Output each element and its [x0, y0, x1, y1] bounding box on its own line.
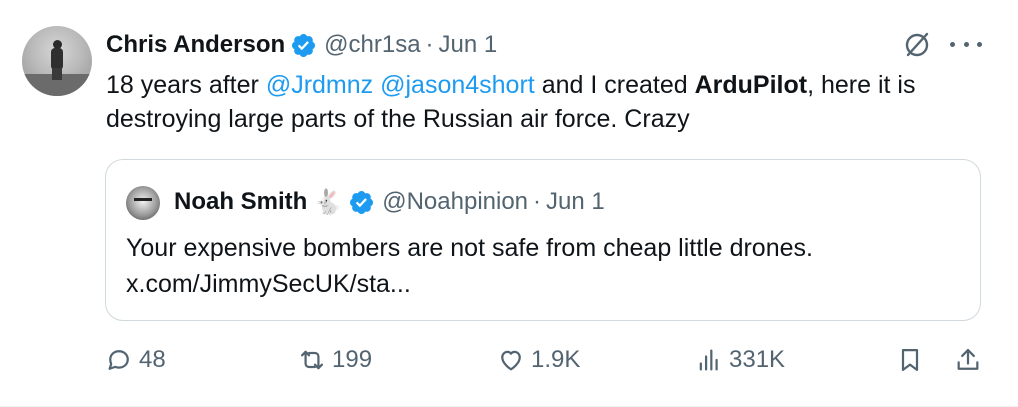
- like-count: 1.9K: [531, 346, 581, 373]
- verified-badge-icon: [350, 190, 374, 214]
- tweet-date[interactable]: Jun 1: [439, 31, 498, 59]
- avatar-figure-legs: [52, 68, 62, 80]
- views-button[interactable]: 331K: [695, 340, 785, 380]
- quoted-tweet-date: Jun 1: [546, 188, 605, 215]
- share-icon: [957, 348, 979, 370]
- mention-link[interactable]: @jason4short: [380, 71, 535, 99]
- share-button[interactable]: [954, 340, 988, 380]
- quoted-tweet-text: Your expensive bombers are not safe from…: [126, 230, 966, 302]
- quoted-avatar-glasses: [134, 198, 152, 207]
- tweet[interactable]: Chris Anderson @chr1sa · Jun 1 18 years …: [0, 0, 1018, 407]
- quoted-author-name: Noah Smith: [174, 188, 308, 215]
- quoted-link-text: x.com/JimmySecUK/sta...: [126, 270, 411, 298]
- views-icon: [699, 349, 718, 371]
- views-count: 331K: [729, 346, 786, 373]
- bookmark-icon: [901, 348, 919, 372]
- repost-icon: [300, 350, 324, 370]
- avatar-figure-body: [51, 48, 63, 70]
- reply-button[interactable]: 48: [105, 340, 166, 380]
- reply-count: 48: [139, 346, 166, 373]
- bookmark-button[interactable]: [896, 340, 930, 380]
- quoted-avatar[interactable]: [126, 186, 160, 220]
- more-dot: [977, 41, 982, 47]
- tweet-text: 18 years after @Jrdmnz @jason4short and …: [106, 68, 986, 136]
- verified-badge-icon[interactable]: [290, 32, 317, 59]
- rabbit-emoji-icon: 🐇: [313, 188, 344, 216]
- mention-link[interactable]: @Jrdmnz: [266, 71, 373, 99]
- avatar[interactable]: [22, 26, 92, 96]
- quoted-author-handle: @Noahpinion: [382, 188, 529, 215]
- more-icon[interactable]: [950, 34, 982, 54]
- more-dot: [963, 41, 969, 47]
- tweet-text-part: and I created: [534, 71, 695, 99]
- repost-count: 199: [332, 346, 373, 373]
- reply-icon: [108, 350, 129, 370]
- tweet-text-bold: ArduPilot: [694, 71, 808, 99]
- tweet-text-part: 18 years after: [106, 71, 266, 99]
- header-separator: ·: [425, 31, 434, 58]
- grok-icon[interactable]: [902, 29, 932, 59]
- author-handle[interactable]: @chr1sa: [324, 31, 420, 59]
- like-button[interactable]: 1.9K: [497, 340, 580, 380]
- header-separator: ·: [533, 188, 542, 215]
- action-bar: 48 199 1.9K 331K: [0, 340, 1018, 380]
- quoted-tweet-header: Noah Smith 🐇 @Noahpinion · Jun 1: [174, 184, 605, 220]
- repost-button[interactable]: 199: [298, 340, 372, 380]
- tweet-header: Chris Anderson @chr1sa · Jun 1: [106, 28, 497, 62]
- quoted-tweet[interactable]: Noah Smith 🐇 @Noahpinion · Jun 1 Your ex…: [105, 159, 981, 321]
- more-dot: [950, 41, 955, 47]
- like-icon: [501, 350, 521, 371]
- author-name[interactable]: Chris Anderson: [106, 31, 285, 59]
- quoted-text-line: Your expensive bombers are not safe from…: [126, 234, 813, 262]
